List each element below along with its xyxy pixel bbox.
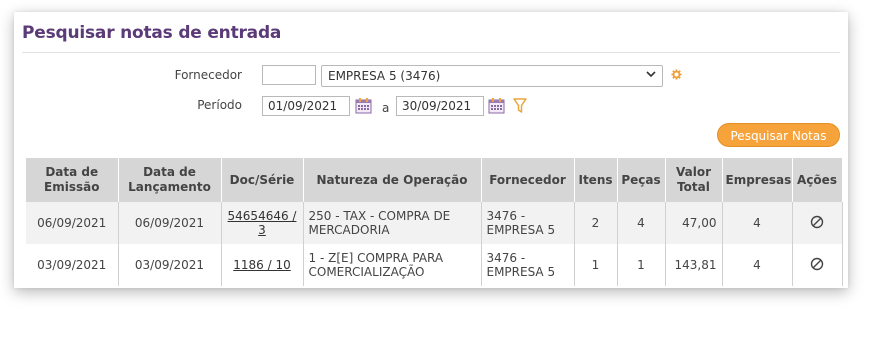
cell-empresas: 4 [722,244,793,286]
cell-natureza: 1 - Z[E] COMPRA PARA COMERCIALIZAÇÃO [303,244,482,286]
cell-fornecedor: 3476 - EMPRESA 5 [481,244,575,286]
header-pecas[interactable]: Peças [617,158,666,202]
date-from-input[interactable] [262,96,350,116]
date-separator: a [382,101,390,115]
header-valor[interactable]: Valor Total [665,158,723,202]
gear-icon [671,69,682,80]
header-acoes: Ações [792,158,843,202]
cell-pecas: 1 [617,244,666,286]
funnel-icon[interactable] [513,97,527,114]
cell-lancamento: 06/09/2021 [118,202,222,244]
header-fornecedor[interactable]: Fornecedor [481,158,575,202]
search-panel: Pesquisar notas de entrada Fornecedor EM… [14,12,848,288]
header-empresas[interactable]: Empresas [722,158,793,202]
header-doc[interactable]: Doc/Série [221,158,304,202]
header-itens[interactable]: Itens [574,158,618,202]
cell-emissao: 06/09/2021 [26,202,119,244]
title-divider [22,52,840,53]
cell-empresas: 4 [722,202,793,244]
cell-pecas: 4 [617,202,666,244]
calendar-icon[interactable] [488,97,505,114]
results-table: Data de Emissão Data de Lançamento Doc/S… [26,158,843,286]
chevron-down-icon [646,71,656,78]
doc-link[interactable]: 1186 / 10 [233,258,290,272]
cell-itens: 1 [574,244,618,286]
fornecedor-selected-value: EMPRESA 5 (3476) [328,69,441,83]
cell-natureza: 250 - TAX - COMPRA DE MERCADORIA [303,202,482,244]
search-notes-button[interactable]: Pesquisar Notas [717,123,840,147]
doc-link[interactable]: 54654646 / 3 [228,209,297,237]
page-title: Pesquisar notas de entrada [22,23,282,43]
table-header-row: Data de Emissão Data de Lançamento Doc/S… [26,158,843,202]
no-action-icon[interactable] [810,215,824,229]
fornecedor-select[interactable]: EMPRESA 5 (3476) [321,65,663,87]
cell-doc: 1186 / 10 [221,244,304,286]
cell-valor: 47,00 [665,202,723,244]
cell-fornecedor: 3476 - EMPRESA 5 [481,202,575,244]
header-lancamento[interactable]: Data de Lançamento [118,158,222,202]
no-action-icon[interactable] [810,257,824,271]
fornecedor-code-input[interactable] [262,65,316,85]
cell-valor: 143,81 [665,244,723,286]
cell-lancamento: 03/09/2021 [118,244,222,286]
periodo-label: Período [197,98,242,112]
cell-acoes [792,202,843,244]
cell-doc: 54654646 / 3 [221,202,304,244]
fornecedor-label: Fornecedor [174,68,242,82]
cell-acoes [792,244,843,286]
header-natureza[interactable]: Natureza de Operação [303,158,482,202]
header-emissao[interactable]: Data de Emissão [26,158,119,202]
table-row: 06/09/2021 06/09/2021 54654646 / 3 250 -… [26,202,843,244]
calendar-icon[interactable] [355,97,372,114]
date-to-input[interactable] [396,96,484,116]
cell-emissao: 03/09/2021 [26,244,119,286]
cell-itens: 2 [574,202,618,244]
table-row: 03/09/2021 03/09/2021 1186 / 10 1 - Z[E]… [26,244,843,286]
